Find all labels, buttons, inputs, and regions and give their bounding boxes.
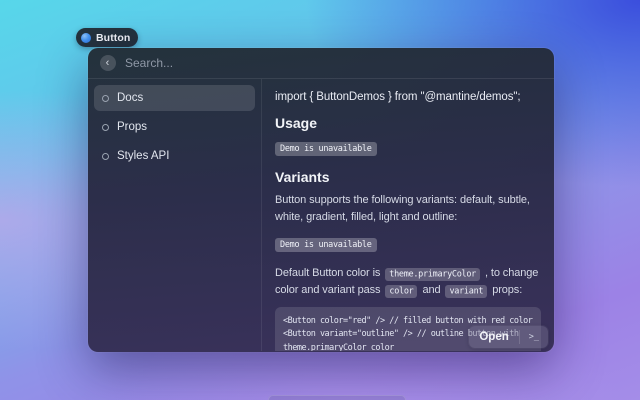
sidebar-item-styles-api[interactable]: Styles API xyxy=(94,143,255,169)
variants-heading: Variants xyxy=(275,169,541,185)
sidebar-item-props[interactable]: Props xyxy=(94,114,255,140)
circle-icon xyxy=(102,153,109,160)
background-window-peek xyxy=(268,395,406,400)
command-pill-label: Button xyxy=(96,32,130,44)
demo-unavailable-badge: Demo is unavailable xyxy=(275,142,377,156)
window-body: Docs Props Styles API import { ButtonDem… xyxy=(88,79,554,351)
docs-content: import { ButtonDemos } from "@mantine/de… xyxy=(262,79,554,351)
sidebar-item-label: Props xyxy=(117,121,147,133)
sidebar-item-docs[interactable]: Docs xyxy=(94,85,255,111)
variants-description: Button supports the following variants: … xyxy=(275,192,541,226)
docs-window: ‹ Docs Props Styles API import { ButtonD… xyxy=(88,48,554,352)
inline-code-variant: variant xyxy=(445,285,487,298)
search-bar: ‹ xyxy=(88,48,554,79)
import-statement: import { ButtonDemos } from "@mantine/de… xyxy=(275,91,541,103)
open-button[interactable]: Open >_ xyxy=(469,326,548,348)
mantine-logo-icon xyxy=(81,33,91,43)
color-note-paragraph: Default Button color is theme.primaryCol… xyxy=(275,265,541,299)
sidebar: Docs Props Styles API xyxy=(88,79,262,351)
sidebar-item-label: Docs xyxy=(117,92,143,104)
color-note-text: Default Button color is xyxy=(275,267,380,279)
demo-unavailable-badge: Demo is unavailable xyxy=(275,238,377,252)
open-button-label: Open xyxy=(469,331,518,343)
inline-code-theme-primarycolor: theme.primaryColor xyxy=(385,268,480,281)
sidebar-item-label: Styles API xyxy=(117,150,169,162)
circle-icon xyxy=(102,95,109,102)
back-button[interactable]: ‹ xyxy=(100,55,116,71)
color-note-text: props: xyxy=(492,284,522,296)
color-note-text: and xyxy=(422,284,440,296)
chevron-left-icon: ‹ xyxy=(106,56,110,70)
search-input[interactable] xyxy=(125,56,542,70)
command-pill[interactable]: Button xyxy=(76,28,138,47)
inline-code-color: color xyxy=(385,285,417,298)
circle-icon xyxy=(102,124,109,131)
terminal-prompt-key-icon: >_ xyxy=(519,330,548,344)
usage-heading: Usage xyxy=(275,115,541,131)
